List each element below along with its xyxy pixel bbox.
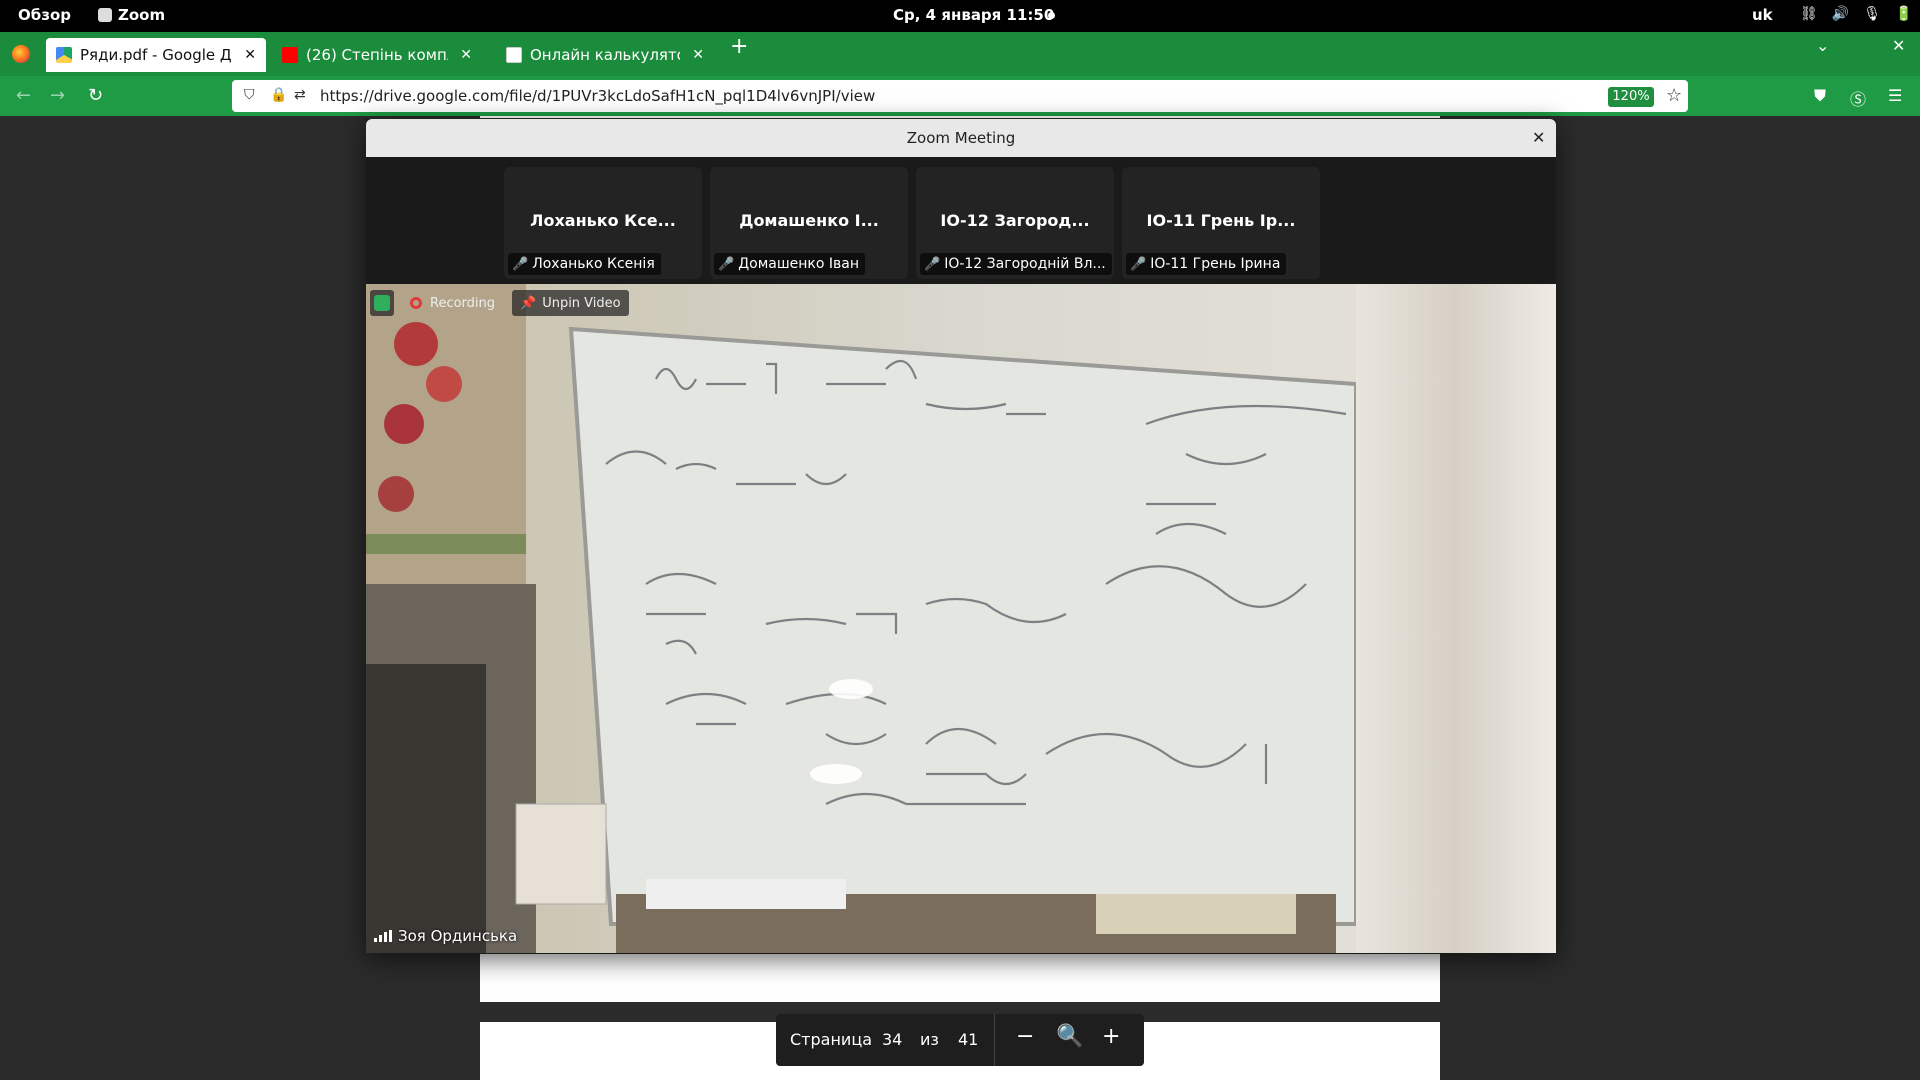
participant-tile[interactable]: Лоханько Ксе... 🎤 Лоханько Ксенія (504, 167, 702, 279)
new-tab-button[interactable]: + (730, 34, 748, 59)
url-text[interactable]: https://drive.google.com/file/d/1PUVr3kc… (320, 87, 875, 105)
zoom-title-bar[interactable]: Zoom Meeting ✕ (366, 119, 1556, 157)
unpin-video-label: Unpin Video (542, 295, 621, 311)
pdf-page-controls: Страница 34 из 41 − 🔍 + (776, 1014, 1144, 1066)
total-pages: 41 (958, 1030, 979, 1049)
microphone-icon: 🎙 (1863, 6, 1881, 22)
app-menu-zoom[interactable]: Zoom (98, 6, 165, 24)
participant-label: 🎤 ІО-11 Грень Ірина (1126, 253, 1287, 275)
pinned-video[interactable]: Recording 📌 Unpin Video Зоя Ординська (366, 284, 1556, 953)
recording-indicator[interactable]: Recording (402, 290, 503, 316)
recording-label: Recording (430, 295, 496, 311)
forward-arrow-icon[interactable]: → (50, 85, 65, 106)
speaker-name-label: Зоя Ординська (374, 927, 517, 945)
of-label: из (920, 1030, 939, 1049)
browser-tab-strip: Ряди.pdf - Google Диск ✕ (26) Степінь ко… (0, 32, 1920, 76)
participant-label-text: Лоханько Ксенія (532, 256, 655, 272)
clock[interactable]: Ср, 4 января 11:50 (893, 6, 1054, 24)
divider (994, 1014, 995, 1066)
calculator-icon (506, 47, 522, 63)
back-arrow-icon[interactable]: ← (16, 85, 31, 106)
window-title: Zoom Meeting (906, 129, 1016, 147)
recording-icon (410, 297, 422, 309)
muted-mic-icon: 🎤 (1130, 256, 1147, 272)
zoom-level-badge[interactable]: 120% (1608, 87, 1654, 107)
participant-tile[interactable]: ІО-11 Грень Ір... 🎤 ІО-11 Грень Ірина (1122, 167, 1320, 279)
volume-icon: 🔊 (1831, 6, 1850, 22)
pin-icon: 📌 (520, 295, 537, 311)
permissions-icon[interactable]: ⇄ (294, 87, 306, 103)
participant-tile-name: Лоханько Ксе... (530, 211, 676, 230)
tab-google-drive[interactable]: Ряди.pdf - Google Диск ✕ (46, 38, 266, 72)
window-close-icon[interactable]: ✕ (1892, 36, 1905, 55)
notification-dot-icon (1048, 12, 1055, 19)
participant-tile[interactable]: Домашенко І... 🎤 Домашенко Іван (710, 167, 908, 279)
battery-icon: 🔋 (1895, 6, 1913, 22)
youtube-icon (282, 47, 298, 63)
shield-icon (374, 295, 390, 311)
extension-icon[interactable]: Ⓢ (1850, 86, 1866, 110)
tab-title: Ряди.pdf - Google Диск (80, 46, 232, 64)
encryption-shield-icon[interactable] (370, 290, 394, 316)
participant-tile-name: ІО-11 Грень Ір... (1146, 211, 1296, 230)
zoom-magnifier-icon[interactable]: 🔍 (1056, 1024, 1083, 1049)
network-icon: ⛓ (1800, 6, 1818, 22)
muted-mic-icon: 🎤 (718, 256, 735, 272)
google-drive-icon (56, 47, 72, 63)
participant-label-text: Домашенко Іван (738, 256, 859, 272)
tracking-protection-shield-icon[interactable]: ⛉ (244, 87, 255, 103)
zoom-meeting-window[interactable]: Zoom Meeting ✕ Лоханько Ксе... 🎤 Лоханьк… (366, 119, 1556, 953)
muted-mic-icon: 🎤 (924, 256, 941, 272)
hamburger-menu-icon[interactable]: ☰ (1888, 86, 1902, 105)
whiteboard-video-frame (366, 284, 1556, 953)
tab-title: (26) Степінь комплексно (306, 46, 448, 64)
lock-icon[interactable]: 🔒 (270, 87, 287, 103)
pocket-icon[interactable]: ⛊ (1814, 86, 1826, 106)
close-tab-icon[interactable]: ✕ (244, 47, 256, 63)
tab-calculator[interactable]: Онлайн калькулятор. Ро ✕ (496, 38, 714, 72)
app-menu-label: Zoom (118, 6, 166, 24)
zoom-app-icon (98, 8, 112, 22)
page-label: Страница (790, 1030, 873, 1049)
participant-label-text: ІО-11 Грень Ірина (1150, 256, 1281, 272)
reload-icon[interactable]: ↻ (88, 85, 103, 106)
bookmark-star-icon[interactable]: ☆ (1666, 85, 1682, 106)
list-all-tabs-chevron-down-icon[interactable]: ⌄ (1816, 36, 1829, 55)
speaker-name: Зоя Ординська (398, 927, 518, 945)
tab-title: Онлайн калькулятор. Ро (530, 46, 680, 64)
close-tab-icon[interactable]: ✕ (460, 47, 472, 63)
pdf-page (480, 116, 1440, 118)
pdf-page (480, 954, 1440, 1002)
zoom-out-button[interactable]: − (1016, 1024, 1034, 1049)
tab-youtube[interactable]: (26) Степінь комплексно ✕ (272, 38, 482, 72)
browser-navigation-bar: ← → ↻ ⛉ 🔒 ⇄ https://drive.google.com/fil… (0, 76, 1920, 116)
participant-label: 🎤 Домашенко Іван (714, 253, 865, 275)
participant-label-text: ІО-12 Загородній Вл... (944, 256, 1106, 272)
participant-tile-name: Домашенко І... (739, 211, 879, 230)
address-bar[interactable]: ⛉ 🔒 ⇄ https://drive.google.com/file/d/1P… (232, 80, 1688, 112)
activities-overview-button[interactable]: Обзор (18, 6, 71, 24)
firefox-menu-icon[interactable] (12, 45, 30, 63)
system-tray[interactable]: ⛓ 🔊 🎙 🔋 (1800, 6, 1912, 22)
keyboard-layout-indicator[interactable]: uk (1752, 6, 1773, 24)
participant-tile[interactable]: ІО-12 Загород... 🎤 ІО-12 Загородній Вл..… (916, 167, 1114, 279)
unpin-video-button[interactable]: 📌 Unpin Video (512, 290, 629, 316)
participant-tile-name: ІО-12 Загород... (940, 211, 1090, 230)
zoom-in-button[interactable]: + (1102, 1024, 1120, 1049)
current-page-input[interactable]: 34 (882, 1030, 902, 1049)
muted-mic-icon: 🎤 (512, 256, 529, 272)
participant-label: 🎤 ІО-12 Загородній Вл... (920, 253, 1112, 275)
participant-label: 🎤 Лоханько Ксенія (508, 253, 661, 275)
signal-strength-icon (374, 930, 392, 942)
system-top-bar: Обзор Zoom Ср, 4 января 11:50 uk ⛓ 🔊 🎙 🔋 (0, 0, 1920, 32)
close-tab-icon[interactable]: ✕ (692, 47, 704, 63)
close-icon[interactable]: ✕ (1532, 128, 1545, 147)
